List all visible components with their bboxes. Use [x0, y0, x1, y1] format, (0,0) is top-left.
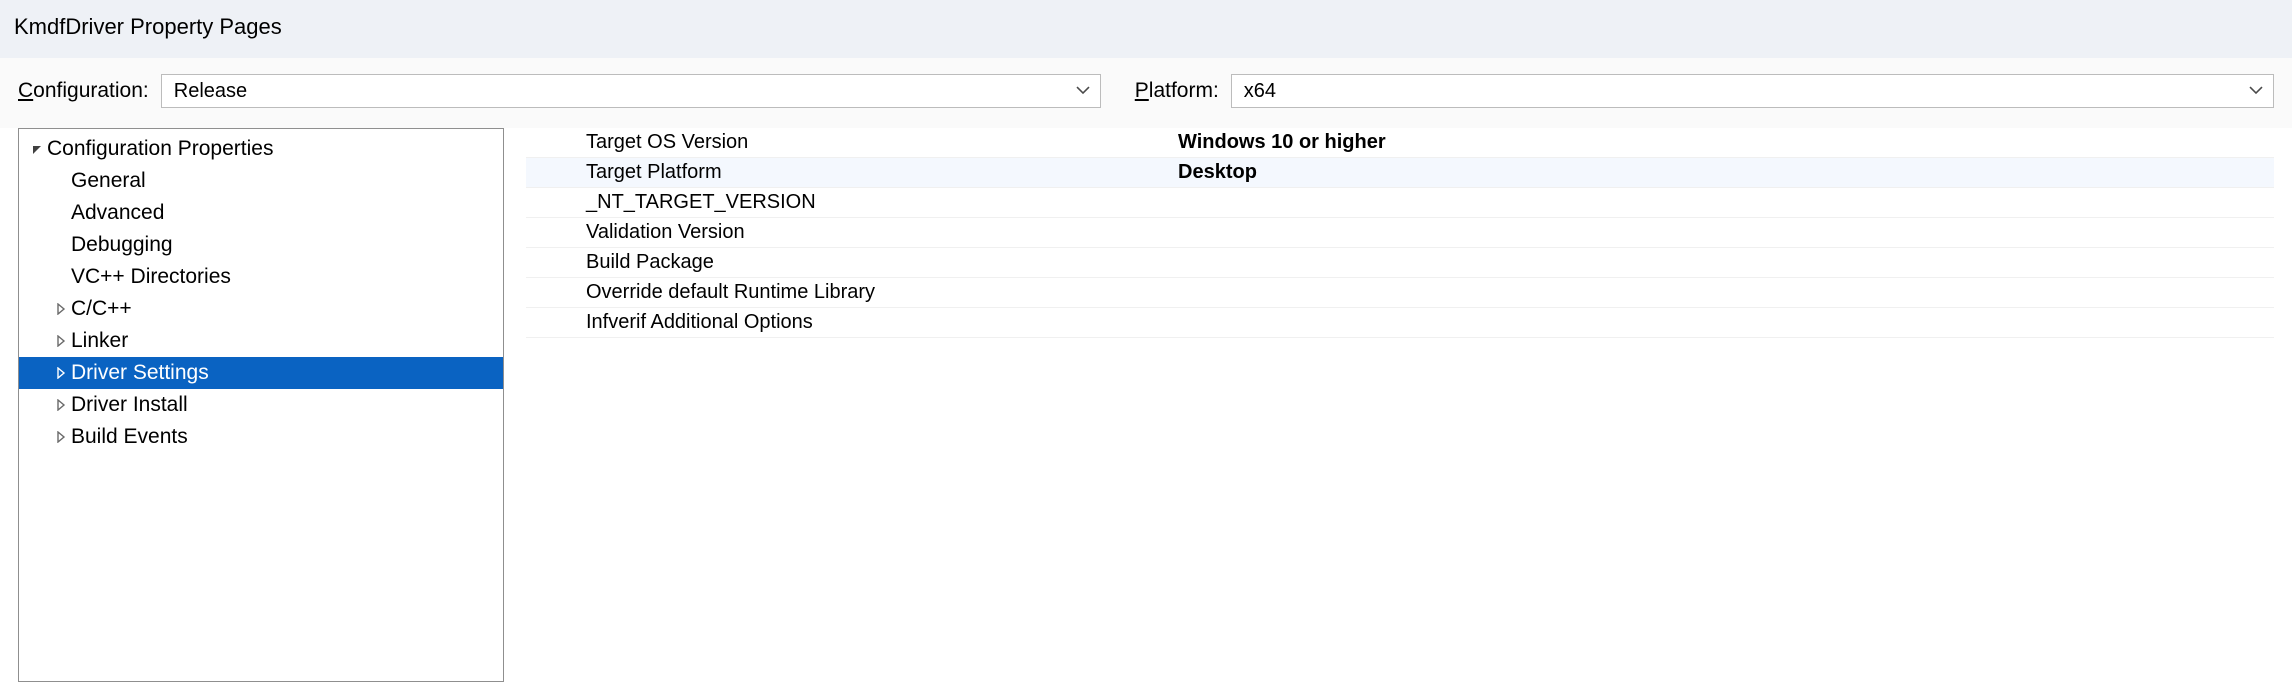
- property-row[interactable]: Override default Runtime Library: [526, 278, 2274, 308]
- body: Configuration Properties General Advanced D…: [0, 128, 2292, 682]
- triangle-collapsed-icon: [53, 335, 69, 347]
- tree-item-label: Driver Settings: [71, 361, 209, 385]
- triangle-collapsed-icon: [53, 399, 69, 411]
- tree-item-label: Driver Install: [71, 393, 188, 417]
- property-name: Infverif Additional Options: [526, 311, 1176, 334]
- platform-dropdown[interactable]: x64: [1231, 74, 2274, 108]
- window-title-text: KmdfDriver Property Pages: [14, 14, 282, 39]
- tree-item[interactable]: Driver Settings: [19, 357, 503, 389]
- tree-item-label: C/C++: [71, 297, 132, 321]
- tree-item[interactable]: Driver Install: [19, 389, 503, 421]
- platform-label: Platform:: [1135, 79, 1219, 103]
- configuration-dropdown[interactable]: Release: [161, 74, 1101, 108]
- tree-item-label: Build Events: [71, 425, 188, 449]
- configuration-bar: Configuration: Release Platform: x64: [0, 58, 2292, 128]
- property-name: Target OS Version: [526, 131, 1176, 154]
- property-name: Override default Runtime Library: [526, 281, 1176, 304]
- tree-item-label: General: [71, 169, 146, 193]
- property-name: Validation Version: [526, 221, 1176, 244]
- tree-root-label: Configuration Properties: [47, 137, 273, 161]
- property-grid[interactable]: Target OS VersionWindows 10 or higherTar…: [526, 128, 2274, 682]
- triangle-expanded-icon: [29, 143, 45, 155]
- tree-item[interactable]: Debugging: [19, 229, 503, 261]
- property-row[interactable]: Target OS VersionWindows 10 or higher: [526, 128, 2274, 158]
- configuration-dropdown-value: Release: [174, 80, 247, 103]
- tree-root[interactable]: Configuration Properties: [19, 133, 503, 165]
- property-name: _NT_TARGET_VERSION: [526, 191, 1176, 214]
- platform-dropdown-value: x64: [1244, 80, 1276, 103]
- property-name: Target Platform: [526, 161, 1176, 184]
- property-value[interactable]: Windows 10 or higher: [1176, 131, 2274, 154]
- nav-tree[interactable]: Configuration Properties General Advanced D…: [18, 128, 504, 682]
- property-pages-window: KmdfDriver Property Pages Configuration:…: [0, 0, 2292, 682]
- configuration-label: Configuration:: [18, 79, 149, 103]
- chevron-down-icon: [1076, 86, 1090, 95]
- property-row[interactable]: Target PlatformDesktop: [526, 158, 2274, 188]
- property-value[interactable]: Desktop: [1176, 161, 2274, 184]
- chevron-down-icon: [2249, 86, 2263, 95]
- property-row[interactable]: Build Package: [526, 248, 2274, 278]
- property-row[interactable]: Infverif Additional Options: [526, 308, 2274, 338]
- window-title: KmdfDriver Property Pages: [0, 0, 2292, 58]
- property-name: Build Package: [526, 251, 1176, 274]
- tree-item[interactable]: VC++ Directories: [19, 261, 503, 293]
- tree-item-label: Linker: [71, 329, 128, 353]
- triangle-collapsed-icon: [53, 303, 69, 315]
- tree-item[interactable]: General: [19, 165, 503, 197]
- property-row[interactable]: Validation Version: [526, 218, 2274, 248]
- tree-item[interactable]: Linker: [19, 325, 503, 357]
- tree-item[interactable]: C/C++: [19, 293, 503, 325]
- tree-item-label: VC++ Directories: [71, 265, 231, 289]
- tree-item-label: Advanced: [71, 201, 164, 225]
- triangle-collapsed-icon: [53, 431, 69, 443]
- tree-item-label: Debugging: [71, 233, 173, 257]
- property-row[interactable]: _NT_TARGET_VERSION: [526, 188, 2274, 218]
- tree-item[interactable]: Build Events: [19, 421, 503, 453]
- tree-item[interactable]: Advanced: [19, 197, 503, 229]
- triangle-collapsed-icon: [53, 367, 69, 379]
